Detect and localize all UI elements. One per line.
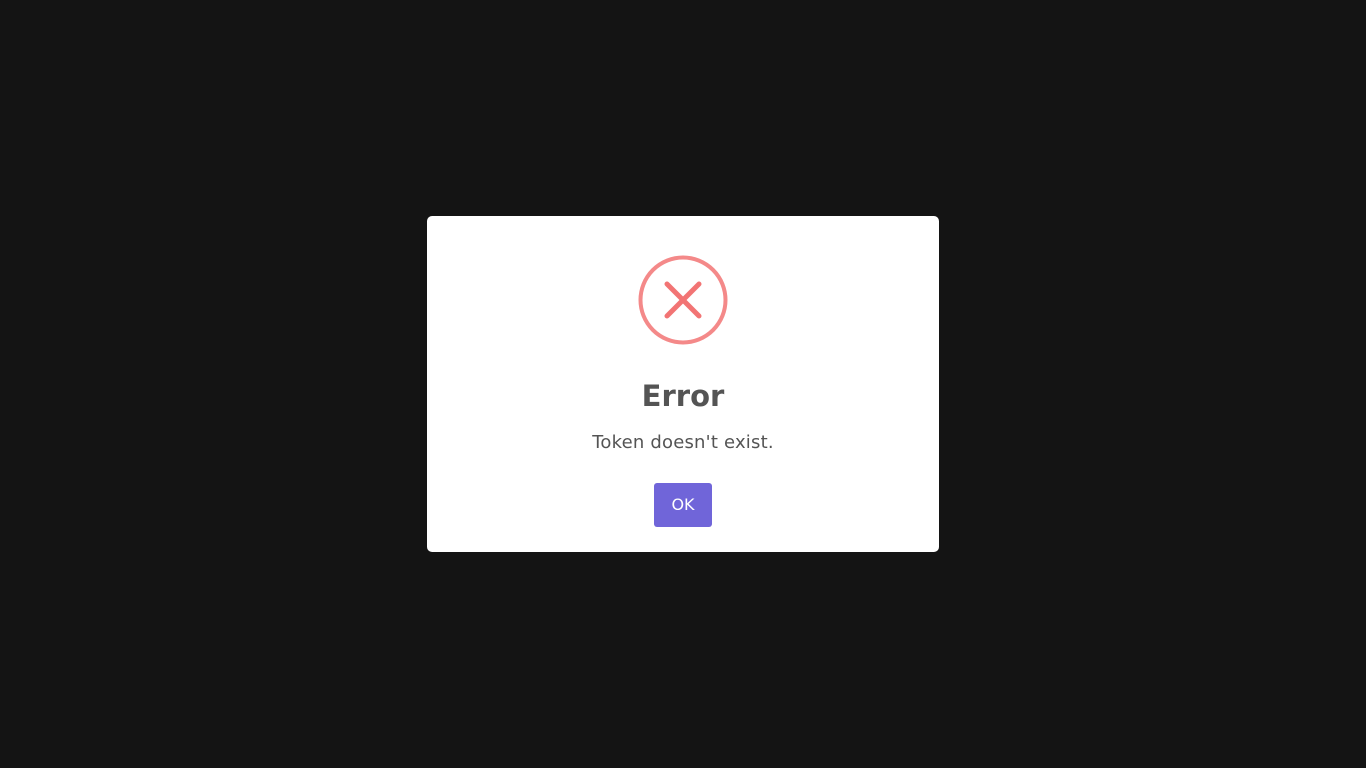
dialog-message: Token doesn't exist. (592, 432, 774, 453)
error-dialog: Error Token doesn't exist. OK (427, 216, 939, 552)
ok-button[interactable]: OK (654, 483, 712, 527)
error-icon (638, 255, 728, 345)
dialog-title: Error (641, 379, 725, 413)
